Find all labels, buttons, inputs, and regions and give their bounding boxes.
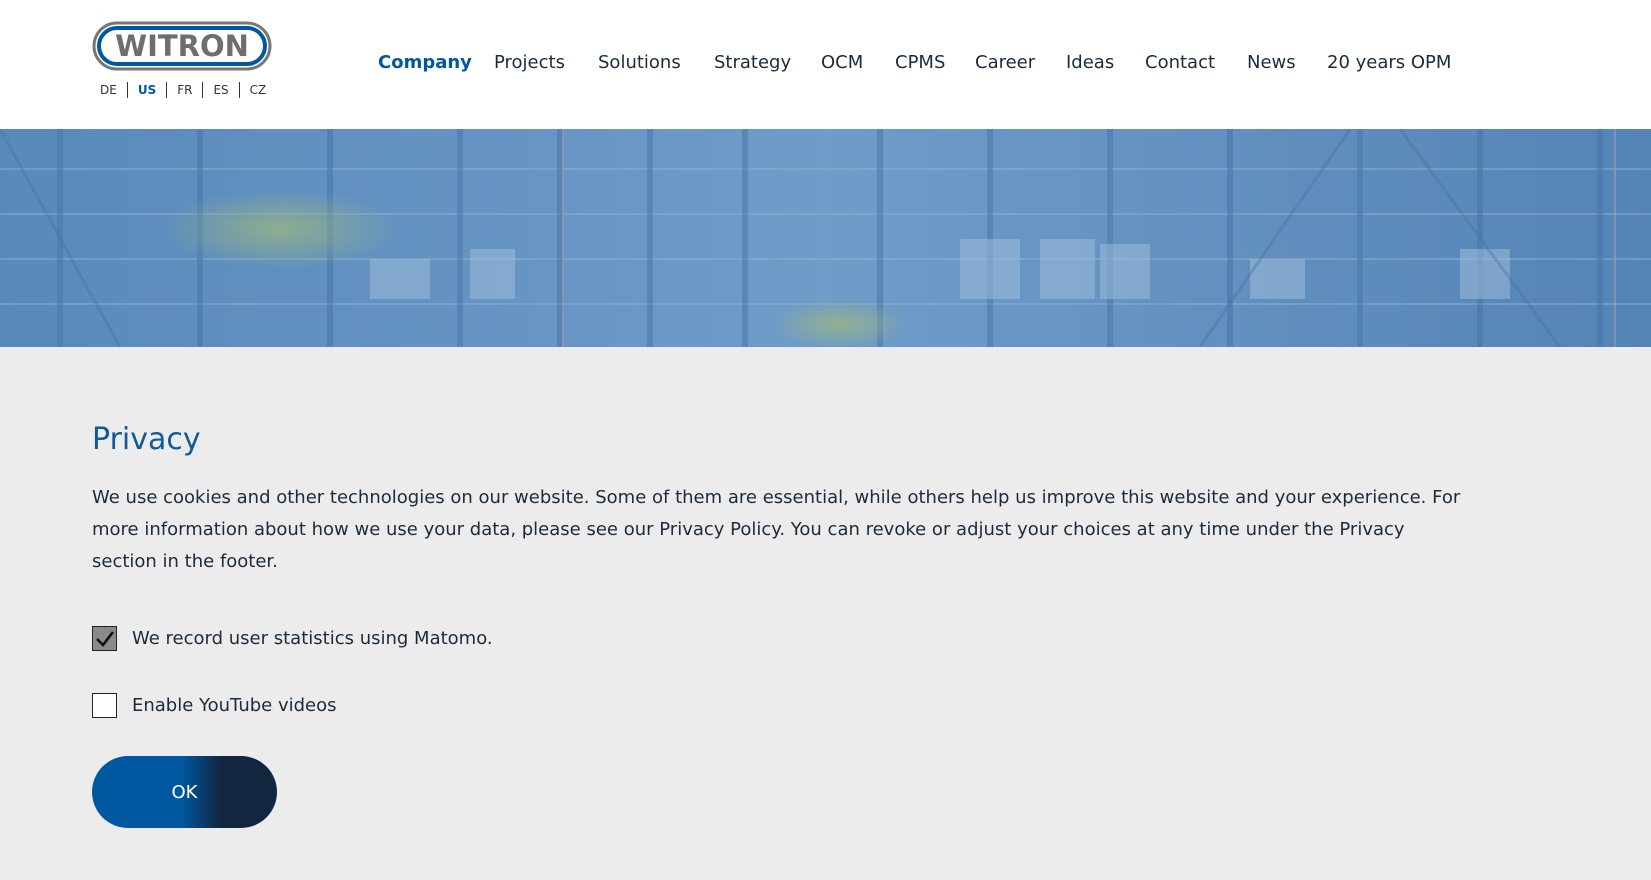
privacy-section: Privacy We use cookies and other technol… — [92, 420, 1472, 578]
nav-cpms[interactable]: CPMS — [895, 50, 945, 76]
main-nav: Company Projects Solutions Strategy OCM … — [0, 50, 1651, 76]
ok-button[interactable]: OK — [92, 756, 277, 828]
nav-solutions[interactable]: Solutions — [598, 50, 681, 76]
youtube-label[interactable]: Enable YouTube videos — [132, 695, 337, 716]
hero-warehouse-image — [0, 129, 1651, 347]
privacy-title: Privacy — [92, 422, 201, 457]
nav-projects[interactable]: Projects — [494, 50, 565, 76]
youtube-checkbox[interactable] — [92, 693, 117, 718]
warehouse-racks-image — [0, 129, 1651, 347]
nav-ocm[interactable]: OCM — [821, 50, 863, 76]
youtube-option[interactable]: Enable YouTube videos — [92, 693, 337, 718]
language-switcher: DE US FR ES CZ — [92, 82, 276, 98]
lang-fr[interactable]: FR — [166, 82, 202, 98]
lang-cz[interactable]: CZ — [238, 82, 277, 98]
privacy-description: We use cookies and other technologies on… — [92, 487, 1461, 572]
lang-us[interactable]: US — [126, 82, 166, 98]
nav-career[interactable]: Career — [975, 50, 1035, 76]
nav-ideas[interactable]: Ideas — [1066, 50, 1114, 76]
lang-de[interactable]: DE — [92, 82, 127, 98]
nav-20-years-opm[interactable]: 20 years OPM — [1327, 50, 1451, 76]
matomo-checkbox[interactable] — [92, 626, 117, 651]
nav-contact[interactable]: Contact — [1145, 50, 1215, 76]
nav-news[interactable]: News — [1247, 50, 1296, 76]
nav-company[interactable]: Company — [378, 50, 472, 76]
matomo-label[interactable]: We record user statistics using Matomo. — [132, 628, 493, 649]
lang-es[interactable]: ES — [202, 82, 238, 98]
matomo-option[interactable]: We record user statistics using Matomo. — [92, 626, 493, 651]
checkmark-icon — [95, 630, 114, 647]
nav-strategy[interactable]: Strategy — [714, 50, 791, 76]
site-header: WITRON DE US FR ES CZ Company Projects S… — [0, 0, 1651, 129]
